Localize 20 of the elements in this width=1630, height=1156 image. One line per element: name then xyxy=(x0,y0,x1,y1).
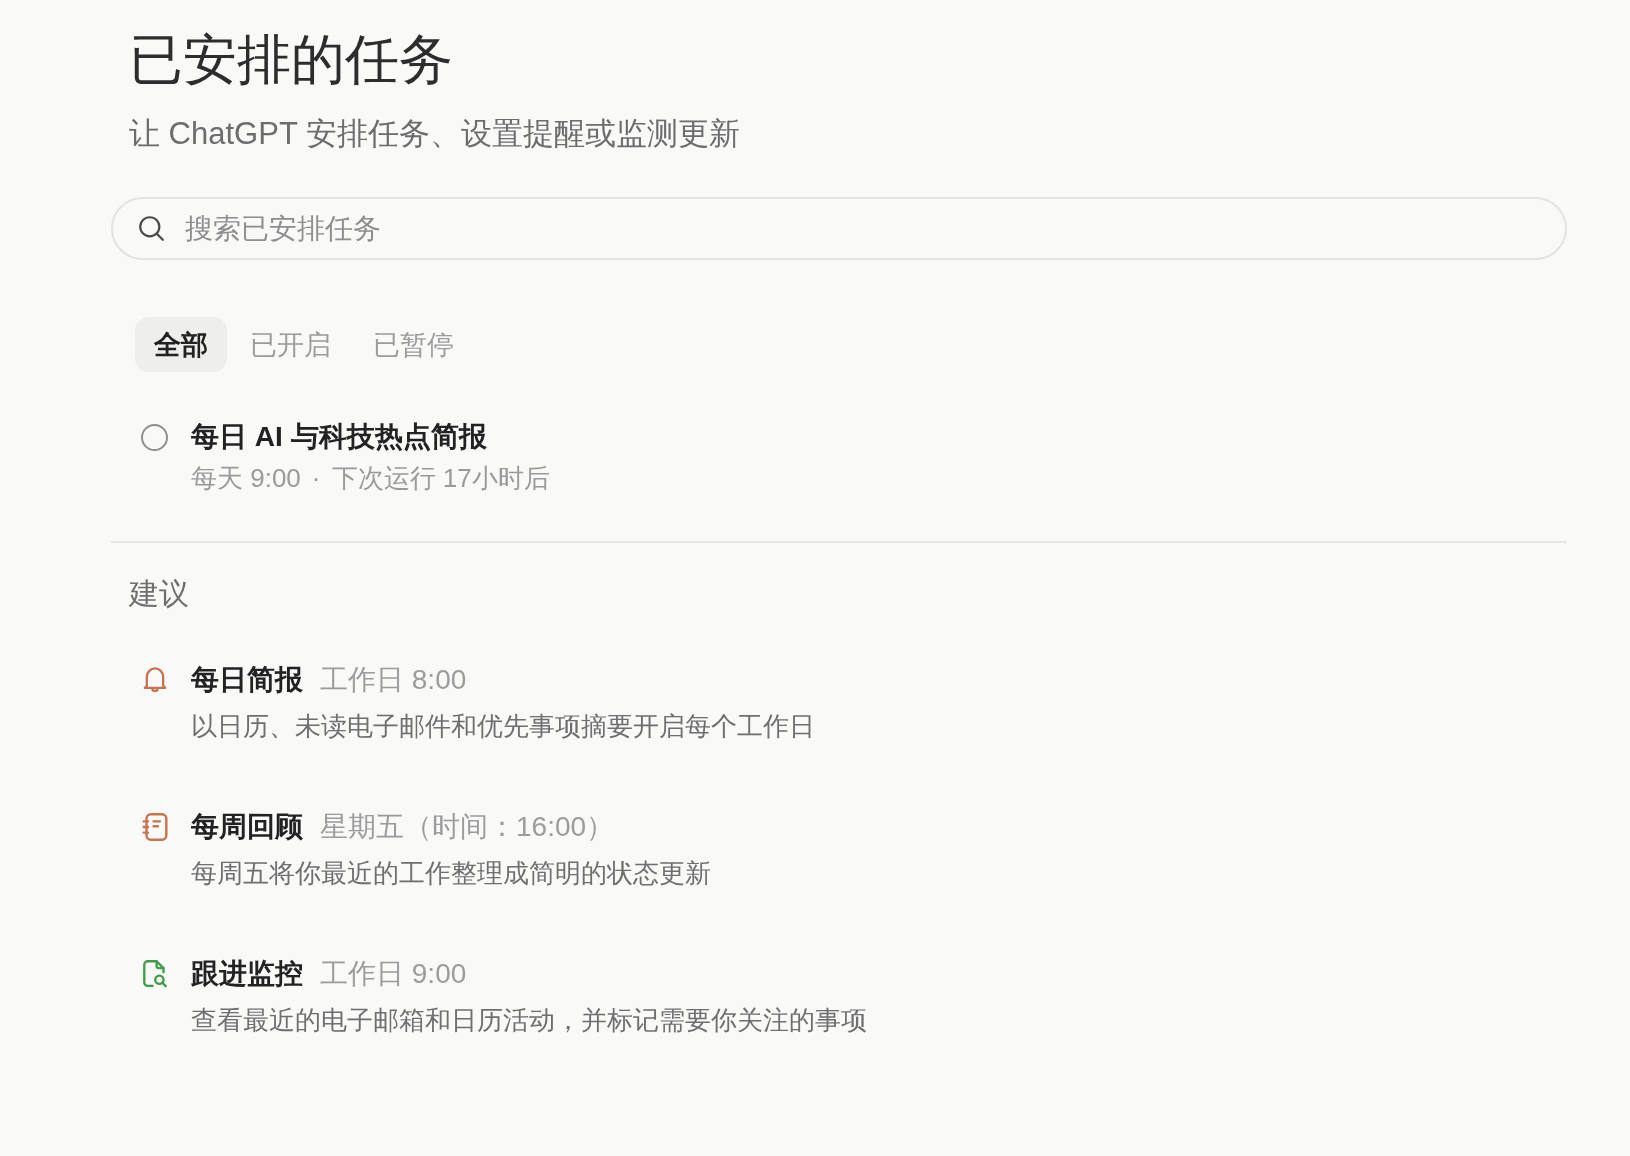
task-schedule: 每天 9:00 xyxy=(191,462,301,495)
suggestion-title[interactable]: 跟进监控 xyxy=(191,956,303,992)
section-heading: 建议 xyxy=(129,576,189,612)
suggestion-title[interactable]: 每周回顾 xyxy=(191,809,303,845)
search-field[interactable]: 搜索已安排任务 xyxy=(111,197,1567,260)
page-subtitle: 让 ChatGPT 安排任务、设置提醒或监测更新 xyxy=(129,115,740,153)
suggestion-description: 查看最近的电子邮箱和日历活动，并标记需要你关注的事项 xyxy=(191,1004,867,1037)
task-title[interactable]: 每日 AI 与科技热点简报 xyxy=(191,419,487,455)
search-icon xyxy=(139,216,164,241)
suggestion-title[interactable]: 每日简报 xyxy=(191,662,303,698)
separator-dot: · xyxy=(311,462,321,495)
suggestion-schedule: 星期五（时间：16:00） xyxy=(320,810,615,844)
suggestion-schedule: 工作日 8:00 xyxy=(320,663,467,697)
filter-tab[interactable]: 全部 xyxy=(135,317,227,372)
suggestion-description: 以日历、未读电子邮件和优先事项摘要开启每个工作日 xyxy=(191,710,815,743)
status-circle-icon xyxy=(141,423,168,451)
task-next-run: 下次运行 17小时后 xyxy=(331,462,550,495)
suggestion-schedule: 工作日 9:00 xyxy=(320,957,467,991)
page-title: 已安排的任务 xyxy=(129,28,453,91)
suggestion-description: 每周五将你最近的工作整理成简明的状态更新 xyxy=(191,857,711,890)
